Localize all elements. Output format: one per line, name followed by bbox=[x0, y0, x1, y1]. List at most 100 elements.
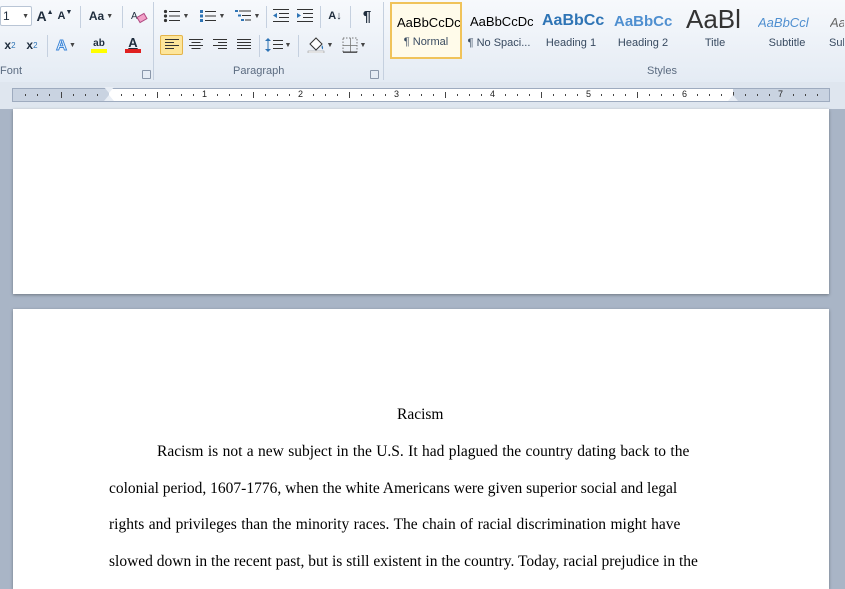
right-indent-marker[interactable] bbox=[728, 95, 738, 101]
ruler-tick bbox=[157, 92, 158, 98]
document-workspace[interactable]: Racism Racism is not a new subject in th… bbox=[0, 109, 845, 589]
change-case-button[interactable]: Aa ▼ bbox=[86, 6, 116, 26]
ruler-tick bbox=[817, 94, 818, 96]
style-normal[interactable]: AaBbCcDc ¶ Normal bbox=[390, 2, 462, 59]
style-title[interactable]: AaBl Title bbox=[680, 2, 750, 59]
document-line: rights and privileges than the minority … bbox=[109, 516, 681, 533]
align-left-button[interactable] bbox=[160, 35, 183, 55]
decrease-indent-button[interactable] bbox=[270, 6, 292, 26]
chevron-down-icon: ▼ bbox=[22, 12, 29, 20]
ruler-tick bbox=[145, 94, 146, 96]
ruler-tick bbox=[697, 94, 698, 96]
ruler-tick bbox=[625, 94, 626, 96]
ruler-tick bbox=[433, 94, 434, 96]
superscript-button[interactable]: x2 bbox=[22, 35, 42, 55]
sort-button[interactable]: A↓ bbox=[324, 6, 346, 26]
multilevel-list-button[interactable]: ▼ bbox=[232, 6, 262, 26]
subscript-button[interactable]: x2 bbox=[0, 35, 20, 55]
ruler-tick bbox=[229, 94, 230, 96]
style-heading-2[interactable]: AaBbCc Heading 2 bbox=[608, 2, 678, 59]
numbering-icon bbox=[199, 10, 216, 22]
borders-icon bbox=[342, 37, 358, 53]
separator bbox=[80, 6, 81, 28]
style-name: Subtitle bbox=[768, 37, 806, 49]
grow-font-icon: A bbox=[36, 8, 47, 24]
page-current[interactable]: Racism Racism is not a new subject in th… bbox=[13, 309, 829, 589]
shading-button[interactable]: ▼ bbox=[304, 35, 336, 55]
ruler-number: 2 bbox=[298, 89, 304, 99]
ruler-tick bbox=[745, 94, 746, 96]
ruler-tick bbox=[409, 94, 410, 96]
font-color-button[interactable]: A bbox=[118, 35, 148, 55]
page-previous[interactable] bbox=[13, 109, 829, 294]
highlighter-icon: ab bbox=[93, 37, 105, 49]
line-spacing-button[interactable]: ▼ bbox=[263, 35, 293, 55]
ruler-tick bbox=[61, 92, 62, 98]
horizontal-ruler[interactable]: 1 2 3 4 5 6 7 bbox=[12, 87, 830, 102]
paragraph-dialog-launcher-icon[interactable] bbox=[370, 70, 379, 79]
ruler-tick bbox=[457, 94, 458, 96]
ruler-tick bbox=[661, 94, 662, 96]
ruler-tick bbox=[49, 94, 50, 96]
styles-group-label: Styles bbox=[647, 65, 677, 77]
style-subtitle[interactable]: AaBbCcl Subtitle bbox=[752, 2, 822, 59]
first-line-indent-marker[interactable] bbox=[104, 87, 114, 93]
text-effects-button[interactable]: A ▼ bbox=[52, 35, 80, 55]
font-size-value: 1 bbox=[3, 9, 10, 23]
style-name: Title bbox=[704, 37, 726, 49]
grow-font-button[interactable]: A ▲ bbox=[36, 6, 54, 26]
ruler-tick bbox=[421, 94, 422, 96]
paint-bucket-icon bbox=[307, 37, 324, 53]
superscript-marker: 2 bbox=[33, 40, 38, 50]
document-line: slowed down in the recent past, but is s… bbox=[109, 553, 698, 570]
ruler-number: 5 bbox=[586, 89, 592, 99]
separator bbox=[350, 6, 351, 28]
font-color-bar bbox=[125, 49, 141, 53]
chevron-down-icon: ▼ bbox=[284, 41, 292, 49]
ruler-number: 4 bbox=[490, 89, 496, 99]
ruler-tick bbox=[553, 94, 554, 96]
ruler-tick bbox=[85, 94, 86, 96]
style-sample: AaBl bbox=[686, 4, 741, 34]
highlight-button[interactable]: ab bbox=[84, 35, 114, 55]
font-size-box[interactable]: 1 ▼ bbox=[0, 6, 32, 26]
ruler-tick bbox=[637, 92, 638, 98]
borders-button[interactable]: ▼ bbox=[338, 35, 370, 55]
justify-icon bbox=[236, 39, 251, 49]
hanging-indent-marker[interactable] bbox=[104, 95, 114, 101]
ruler-tick bbox=[325, 94, 326, 96]
ruler-tick bbox=[97, 94, 98, 96]
svg-text:A: A bbox=[131, 11, 138, 22]
justify-button[interactable] bbox=[232, 35, 255, 55]
ruler-tick bbox=[277, 94, 278, 96]
ruler-tick bbox=[757, 94, 758, 96]
separator bbox=[122, 6, 123, 28]
style-no-spacing[interactable]: AaBbCcDc ¶ No Spaci... bbox=[464, 2, 534, 59]
align-left-icon bbox=[164, 39, 179, 49]
ruler-tick bbox=[445, 92, 446, 98]
shrink-font-button[interactable]: A ▼ bbox=[56, 6, 74, 26]
ruler-tick bbox=[709, 94, 710, 96]
numbering-button[interactable]: ▼ bbox=[196, 6, 228, 26]
ruler-tick bbox=[121, 94, 122, 96]
bullets-button[interactable]: ▼ bbox=[160, 6, 192, 26]
ruler-tick bbox=[613, 94, 614, 96]
style-subtle-emphasis[interactable]: Aa Sub bbox=[824, 2, 845, 59]
shrink-font-icon: A bbox=[57, 10, 66, 22]
clear-formatting-button[interactable]: A bbox=[128, 6, 150, 26]
ruler-tick bbox=[37, 94, 38, 96]
increase-indent-button[interactable] bbox=[294, 6, 316, 26]
document-line: colonial period, 1607-1776, when the whi… bbox=[109, 480, 678, 497]
subscript-icon: x bbox=[4, 38, 12, 52]
font-group-label: Font bbox=[0, 65, 23, 77]
multilevel-list-icon bbox=[234, 10, 251, 21]
shrink-arrow-icon: ▼ bbox=[65, 8, 73, 16]
show-hide-button[interactable]: ¶ bbox=[356, 6, 378, 26]
align-right-button[interactable] bbox=[208, 35, 231, 55]
align-center-button[interactable] bbox=[184, 35, 207, 55]
ruler-tick bbox=[577, 94, 578, 96]
style-heading-1[interactable]: AaBbCc Heading 1 bbox=[536, 2, 606, 59]
font-dialog-launcher-icon[interactable] bbox=[142, 70, 151, 79]
style-name: ¶ Normal bbox=[403, 36, 449, 48]
style-name: Heading 1 bbox=[545, 37, 597, 49]
